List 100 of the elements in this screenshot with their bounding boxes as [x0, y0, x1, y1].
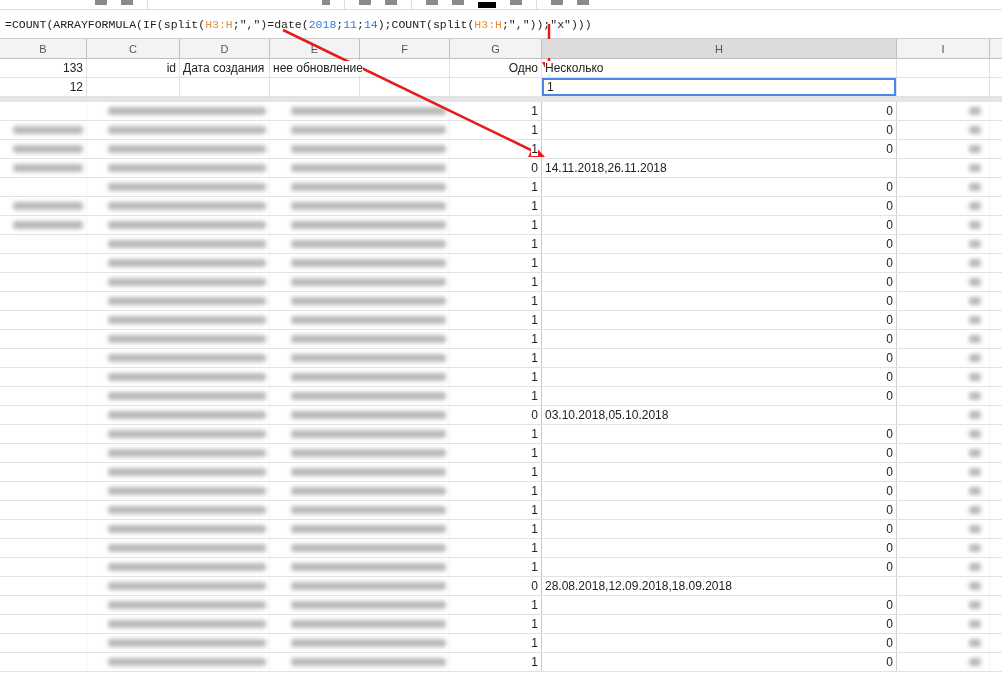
cell-text: 0: [886, 655, 893, 669]
cell-text: 0: [886, 294, 893, 308]
column-header[interactable]: F: [360, 39, 450, 58]
cell-text: 0: [886, 503, 893, 517]
cell-text: 0: [886, 389, 893, 403]
cell-text: 1: [531, 560, 538, 574]
cell-text: Одно: [508, 61, 538, 75]
blurred-text-placeholder: [969, 221, 981, 229]
cell-text: 0: [886, 636, 893, 650]
cell-text: 1: [531, 142, 538, 156]
cell-text: 1: [531, 104, 538, 118]
cell-text: 0: [531, 579, 538, 593]
cell-text: 0: [886, 237, 893, 251]
toolbar-icon[interactable]: [452, 0, 464, 5]
cell-text: 0: [886, 617, 893, 631]
cell-text: 0: [886, 484, 893, 498]
cell-text: 0: [886, 598, 893, 612]
cell-text: Дата создания: [183, 61, 265, 75]
cell-text: 0: [886, 142, 893, 156]
column-header[interactable]: E: [270, 39, 360, 58]
cell-text: 1: [531, 465, 538, 479]
cell-text: 1: [531, 655, 538, 669]
toolbar-icon[interactable]: [121, 0, 133, 5]
cell-text: 1: [531, 256, 538, 270]
cell-text: 28.08.2018,12.09.2018,18.09.2018: [545, 579, 732, 593]
cell-text: 0: [886, 123, 893, 137]
blurred-text-placeholder: [969, 373, 981, 381]
toolbar-icon[interactable]: [322, 0, 330, 5]
blurred-text-placeholder: [969, 487, 981, 495]
cell-text: 0: [886, 275, 893, 289]
toolbar-icon[interactable]: [359, 0, 371, 5]
blurred-text-placeholder: [969, 544, 981, 552]
selected-cell[interactable]: 1: [542, 78, 896, 96]
cell-text: 133: [62, 61, 83, 75]
cell-text: 03.10.2018,05.10.2018: [545, 408, 669, 422]
blurred-text-placeholder: [969, 335, 981, 343]
cell-text: 0: [531, 161, 538, 175]
blurred-text-placeholder: [969, 563, 981, 571]
blurred-text-placeholder: [969, 145, 981, 153]
cell-text: 12: [69, 80, 83, 94]
cell-text: 0: [886, 199, 893, 213]
cell-text: 1: [531, 446, 538, 460]
cell-text: 0: [886, 332, 893, 346]
cell-text: 1: [531, 389, 538, 403]
blurred-text-placeholder: [969, 430, 981, 438]
cell-text: 1: [531, 123, 538, 137]
cell-text: 0: [886, 465, 893, 479]
cell-text: 0: [886, 104, 893, 118]
cell-text: 0: [886, 370, 893, 384]
column-header[interactable]: C: [87, 39, 180, 58]
formula-text[interactable]: =COUNT(ARRAYFORMULA(IF(split(H3:H;",")=date(2018;11;14);COUNT(split(H3:H;","));"x"))): [5, 17, 592, 31]
cell-text: 1: [531, 218, 538, 232]
blurred-text-placeholder: [969, 126, 981, 134]
blurred-text-placeholder: [969, 278, 981, 286]
cell-text: 0: [886, 427, 893, 441]
toolbar-icon[interactable]: [510, 0, 522, 5]
blurred-text-placeholder: [13, 164, 83, 172]
cell-text: нее обновление: [273, 61, 363, 75]
cell-text: 1: [531, 180, 538, 194]
cell-text: 0: [886, 313, 893, 327]
column-header[interactable]: B: [0, 39, 87, 58]
cell-text: 1: [531, 427, 538, 441]
cell-text: 1: [531, 199, 538, 213]
blurred-text-placeholder: [969, 658, 981, 666]
blurred-text-placeholder: [13, 126, 83, 134]
text-color-icon[interactable]: [478, 2, 496, 8]
blurred-text-placeholder: [969, 107, 981, 115]
cell-text: 0: [886, 446, 893, 460]
cell-text: 0: [886, 560, 893, 574]
blurred-text-placeholder: [969, 392, 981, 400]
cell-text: 1: [531, 370, 538, 384]
cell-text: id: [166, 61, 176, 75]
column-header[interactable]: H: [542, 39, 897, 58]
toolbar-icon[interactable]: [577, 0, 589, 5]
cell-text: 1: [531, 522, 538, 536]
blurred-text-placeholder: [13, 202, 83, 210]
toolbar-icon[interactable]: [95, 0, 107, 5]
blurred-text-placeholder: [969, 411, 981, 419]
blurred-text-placeholder: [13, 221, 83, 229]
blurred-text-placeholder: [969, 259, 981, 267]
column-header[interactable]: D: [180, 39, 270, 58]
toolbar-icon[interactable]: [551, 0, 563, 5]
blurred-text-placeholder: [969, 164, 981, 172]
cell-text: 1: [531, 275, 538, 289]
cell-text: 1: [531, 313, 538, 327]
column-header[interactable]: I: [897, 39, 990, 58]
cell-text: 0: [886, 218, 893, 232]
blurred-text-placeholder: [969, 620, 981, 628]
blurred-text-placeholder: [969, 202, 981, 210]
toolbar-icon[interactable]: [426, 0, 438, 5]
cell-text: 0: [531, 408, 538, 422]
blurred-text-placeholder: [969, 240, 981, 248]
blurred-text-placeholder: [969, 582, 981, 590]
cell-text: Несколько: [545, 61, 604, 75]
cell-text: 1: [531, 484, 538, 498]
cell-text: 1: [531, 332, 538, 346]
blurred-text-placeholder: [969, 449, 981, 457]
toolbar-icon[interactable]: [385, 0, 397, 5]
blurred-text-placeholder: [969, 297, 981, 305]
cell-text: 0: [886, 351, 893, 365]
